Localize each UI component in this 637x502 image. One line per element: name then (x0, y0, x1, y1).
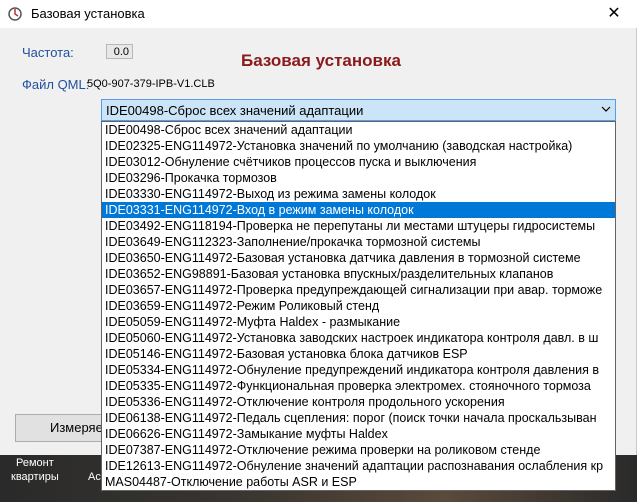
dropdown-option[interactable]: IDE03012-Обнуление счётчиков процессов п… (102, 154, 615, 170)
dropdown-option[interactable]: IDE06138-ENG114972-Педаль сцепления: пор… (102, 410, 615, 426)
file-label: Файл QML: (22, 77, 90, 92)
dropdown-option[interactable]: IDE05059-ENG114972-Муфта Haldex - размык… (102, 314, 615, 330)
chevron-down-icon[interactable] (601, 104, 611, 114)
close-button[interactable]: ✕ (591, 0, 637, 28)
procedure-select[interactable]: IDE00498-Сброс всех значений адаптации (101, 99, 616, 121)
dropdown-option[interactable]: IDE03492-ENG118194-Проверка не перепутан… (102, 218, 615, 234)
title-bar[interactable]: Базовая установка ✕ (0, 0, 637, 28)
dropdown-option[interactable]: IDE03330-ENG114972-Выход из режима замен… (102, 186, 615, 202)
dropdown-option[interactable]: IDE03652-ENG98891-Базовая установка впус… (102, 266, 615, 282)
dropdown-option[interactable]: IDE12613-ENG114972-Обнуление значений ад… (102, 458, 615, 474)
file-value: 5Q0-907-379-IPB-V1.CLB (87, 78, 215, 90)
window-title: Базовая установка (31, 6, 145, 21)
dropdown-option[interactable]: IDE05146-ENG114972-Базовая установка бло… (102, 346, 615, 362)
dropdown-option[interactable]: IDE03657-ENG114972-Проверка предупреждаю… (102, 282, 615, 298)
dropdown-option[interactable]: IDE05336-ENG114972-Отключение контроля п… (102, 394, 615, 410)
background-text: Ремонт (16, 457, 54, 469)
dropdown-option[interactable]: IDE03331-ENG114972-Вход в режим замены к… (102, 202, 615, 218)
dropdown-option[interactable]: IDE02325-ENG114972-Установка значений по… (102, 138, 615, 154)
dropdown-list[interactable]: IDE00498-Сброс всех значений адаптации ID… (101, 121, 616, 491)
background-text: квартиры (11, 471, 59, 483)
dropdown-option[interactable]: IDE05335-ENG114972-Функциональная провер… (102, 378, 615, 394)
dropdown-option[interactable]: IDE06626-ENG114972-Замыкание муфты Halde… (102, 426, 615, 442)
app-icon (8, 7, 22, 21)
dropdown-option[interactable]: IDE00498-Сброс всех значений адаптации (102, 122, 615, 138)
dropdown-option[interactable]: IDE05334-ENG114972-Обнуление предупрежде… (102, 362, 615, 378)
dropdown-option[interactable]: IDE03649-ENG112323-Заполнение/прокачка т… (102, 234, 615, 250)
dropdown-option[interactable]: IDE07387-ENG114972-Отключение режима про… (102, 442, 615, 458)
select-value: IDE00498-Сброс всех значений адаптации (106, 103, 364, 118)
dropdown-option[interactable]: IDE03650-ENG114972-Базовая установка дат… (102, 250, 615, 266)
measure-button[interactable]: Измеряе (15, 414, 111, 442)
frequency-value: 0.0 (106, 44, 133, 59)
page-heading: Базовая установка (241, 51, 401, 70)
dropdown-option[interactable]: IDE05060-ENG114972-Установка заводских н… (102, 330, 615, 346)
dropdown-option[interactable]: IDE03296-Прокачка тормозов (102, 170, 615, 186)
background-text: Ac (88, 471, 101, 483)
dropdown-option[interactable]: MAS04487-Отключение работы ASR и ESP (102, 474, 615, 490)
frequency-label: Частота: (22, 45, 74, 60)
dropdown-option[interactable]: IDE03659-ENG114972-Режим Роликовый стенд (102, 298, 615, 314)
